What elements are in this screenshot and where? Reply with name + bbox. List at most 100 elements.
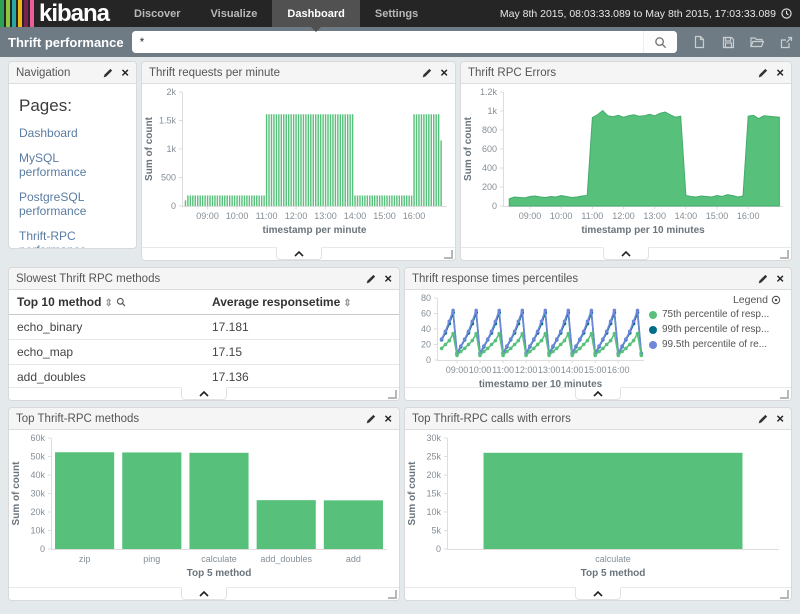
tab-settings[interactable]: Settings [360,0,433,27]
svg-text:20k: 20k [426,470,441,480]
svg-text:09:00: 09:00 [519,211,542,221]
panel-footer [461,247,791,260]
percentiles-body: 02040608009:0010:0011:0012:0013:0014:001… [405,290,791,395]
remove-panel-button[interactable]: × [776,412,784,425]
save-dashboard-button[interactable] [714,27,743,57]
nav-link-thrift-rpc[interactable]: Thrift-RPC performance [19,229,126,249]
kibana-logo[interactable]: kibana [0,0,119,27]
edit-panel-button[interactable] [103,68,113,78]
top-methods-chart[interactable]: 010k20k30k40k50k60kSum of countTop 5 met… [9,430,399,590]
collapse-panel-button[interactable] [181,387,227,400]
remove-panel-button[interactable]: × [121,66,129,79]
remove-panel-button[interactable]: × [384,272,392,285]
resize-handle[interactable] [388,590,397,599]
save-icon [722,36,735,49]
query-input[interactable] [132,31,643,53]
table-row[interactable]: echo_map17.15 [9,340,399,365]
pencil-icon [422,68,432,78]
dashboard-toolbar: Thrift performance [0,27,800,57]
svg-text:14:00: 14:00 [675,211,698,221]
pencil-icon [366,274,376,284]
tab-discover[interactable]: Discover [119,0,195,27]
edit-panel-button[interactable] [758,414,768,424]
panel-footer [142,247,455,260]
svg-text:800: 800 [482,125,497,135]
panel-title: Thrift response times percentiles [412,273,578,285]
column-search-icon[interactable] [116,297,126,307]
panel-thrift-requests: Thrift requests per minute × 05001k1.5k2… [141,61,456,261]
remove-panel-button[interactable]: × [440,66,448,79]
collapse-panel-button[interactable] [575,387,621,400]
svg-text:15:00: 15:00 [706,211,729,221]
chevron-up-icon [199,591,209,597]
open-folder-icon [750,36,764,48]
svg-text:200: 200 [482,182,497,192]
resize-handle[interactable] [780,250,789,259]
nav-link-dashboard[interactable]: Dashboard [19,126,126,140]
remove-panel-button[interactable]: × [384,412,392,425]
panel-title: Navigation [16,67,70,79]
resize-handle[interactable] [388,390,397,399]
svg-text:30k: 30k [30,489,45,499]
nav-link-mysql[interactable]: MySQL performance [19,151,126,179]
svg-text:11:00: 11:00 [256,211,278,221]
svg-text:Sum of count: Sum of count [407,461,418,526]
resize-handle[interactable] [780,590,789,599]
svg-text:Sum of count: Sum of count [463,116,474,181]
resize-handle[interactable] [444,250,453,259]
collapse-panel-button[interactable] [276,247,322,260]
table-row[interactable]: add_doubles17.136 [9,365,399,390]
edit-panel-button[interactable] [422,68,432,78]
edit-panel-button[interactable] [366,274,376,284]
tab-visualize[interactable]: Visualize [196,0,273,27]
legend-item[interactable]: 75th percentile of resp... [649,309,781,320]
edit-panel-button[interactable] [758,274,768,284]
search-button[interactable] [643,31,677,53]
legend-toggle[interactable]: Legend [649,294,781,306]
new-dashboard-button[interactable] [685,27,714,57]
time-picker[interactable]: May 8th 2015, 08:03:33.089 to May 8th 20… [500,0,800,27]
collapse-panel-button[interactable] [181,587,227,600]
edit-panel-button[interactable] [758,68,768,78]
resize-handle[interactable] [780,390,789,399]
collapse-panel-button[interactable] [575,587,621,600]
svg-text:15:00: 15:00 [584,365,607,375]
svg-text:0: 0 [426,355,431,365]
svg-text:5k: 5k [431,526,441,536]
slowest-methods-table: Top 10 method⇕ Average responsetime⇕ ech… [9,290,399,401]
edit-panel-button[interactable] [366,414,376,424]
svg-text:Top 5 method: Top 5 method [187,568,252,579]
percentiles-chart[interactable]: 02040608009:0010:0011:0012:0013:0014:001… [409,292,649,395]
legend-item[interactable]: 99th percentile of resp... [649,324,781,335]
chevron-up-icon [593,391,603,397]
svg-text:0: 0 [492,201,497,211]
load-dashboard-button[interactable] [743,27,772,57]
svg-text:12:00: 12:00 [285,211,308,221]
collapse-panel-button[interactable] [603,247,649,260]
remove-panel-button[interactable]: × [776,272,784,285]
svg-text:14:00: 14:00 [561,365,584,375]
sort-icon: ⇕ [343,298,351,309]
nav-link-postgresql[interactable]: PostgreSQL performance [19,190,126,218]
column-header-method[interactable]: Top 10 method⇕ [9,290,204,315]
legend-item[interactable]: 99.5th percentile of re... [649,339,781,350]
panel-footer [405,587,791,600]
chart-legend: Legend 75th percentile of resp... 99th pe… [649,292,785,395]
query-bar [132,31,677,53]
tab-dashboard[interactable]: Dashboard [272,0,359,27]
legend-label: 99.5th percentile of re... [662,339,767,350]
thrift-requests-chart[interactable]: 05001k1.5k2k09:0010:0011:0012:0013:0014:… [142,84,455,249]
remove-panel-button[interactable]: × [776,66,784,79]
table-row[interactable]: echo_binary17.181 [9,315,399,340]
share-dashboard-button[interactable] [772,27,800,57]
svg-text:1k: 1k [487,106,497,116]
panel-navigation: Navigation × Pages: Dashboard MySQL perf… [8,61,137,249]
svg-text:500: 500 [161,173,176,183]
svg-text:11:00: 11:00 [492,365,514,375]
legend-label: 75th percentile of resp... [662,309,769,320]
column-header-responsetime[interactable]: Average responsetime⇕ [204,290,399,315]
pencil-icon [366,414,376,424]
top-errors-chart[interactable]: 05k10k15k20k25k30kSum of countTop 5 meth… [405,430,791,590]
panel-header: Thrift requests per minute × [142,62,455,84]
thrift-errors-chart[interactable]: 02004006008001k1.2k09:0010:0011:0012:001… [461,84,791,249]
